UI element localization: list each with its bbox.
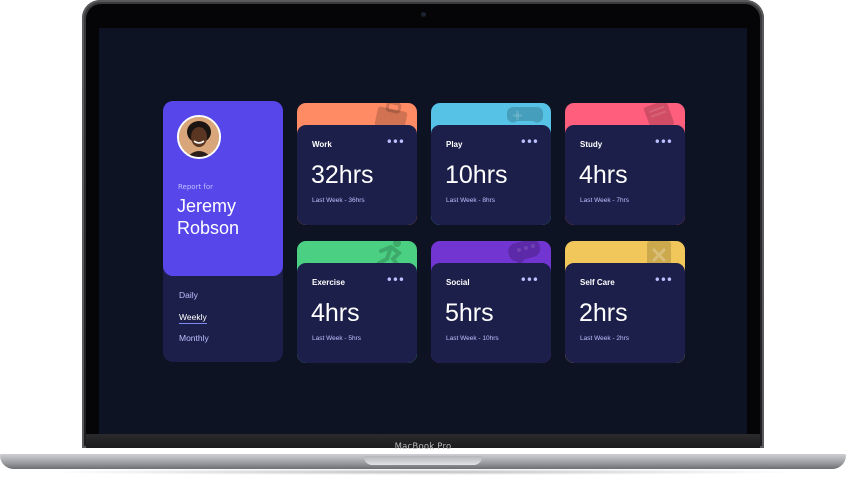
previous-hours: Last Week - 2hrs [580, 335, 630, 342]
card-title: Social [446, 278, 470, 287]
brand-label: MacBook Pro [394, 442, 452, 452]
card-title: Self Care [580, 278, 615, 287]
activity-card-work[interactable]: Work ••• 32hrs Last Week - 36hrs [297, 103, 417, 225]
card-body: Exercise ••• 4hrs Last Week - 5hrs [297, 263, 417, 363]
period-weekly[interactable]: Weekly [179, 311, 209, 334]
camera-icon [421, 12, 426, 17]
ellipsis-icon[interactable]: ••• [520, 273, 539, 287]
activity-card-self-care[interactable]: Self Care ••• 2hrs Last Week - 2hrs [565, 241, 685, 363]
current-hours: 4hrs [579, 161, 628, 189]
previous-hours: Last Week - 10hrs [446, 335, 499, 342]
previous-hours: Last Week - 36hrs [312, 197, 365, 204]
laptop-notch [364, 456, 482, 465]
report-for-label: Report for [178, 183, 214, 191]
ellipsis-icon[interactable]: ••• [386, 273, 405, 287]
current-hours: 10hrs [445, 161, 508, 189]
time-tracking-dashboard: Report for Jeremy Robson Daily Weekly Mo… [99, 28, 747, 434]
card-body: Social ••• 5hrs Last Week - 10hrs [431, 263, 551, 363]
previous-hours: Last Week - 8hrs [446, 197, 496, 204]
card-title: Work [312, 140, 332, 149]
avatar [177, 115, 221, 159]
current-hours: 4hrs [311, 299, 360, 327]
current-hours: 2hrs [579, 299, 628, 327]
period-label: Daily [179, 290, 198, 300]
period-label: Weekly [179, 311, 207, 324]
previous-hours: Last Week - 7hrs [580, 197, 630, 204]
ellipsis-icon[interactable]: ••• [654, 135, 673, 149]
activity-card-study[interactable]: Study ••• 4hrs Last Week - 7hrs [565, 103, 685, 225]
base-shadow [40, 469, 806, 475]
profile-card: Report for Jeremy Robson Daily Weekly Mo… [163, 101, 283, 362]
card-body: Study ••• 4hrs Last Week - 7hrs [565, 125, 685, 225]
current-hours: 32hrs [311, 161, 374, 189]
previous-hours: Last Week - 5hrs [312, 335, 362, 342]
card-title: Study [580, 140, 603, 149]
card-body: Work ••• 32hrs Last Week - 36hrs [297, 125, 417, 225]
period-selector: Daily Weekly Monthly [179, 290, 209, 355]
profile-header: Report for Jeremy Robson [163, 101, 283, 276]
ellipsis-icon[interactable]: ••• [386, 135, 405, 149]
period-monthly[interactable]: Monthly [179, 333, 209, 355]
card-body: Play ••• 10hrs Last Week - 8hrs [431, 125, 551, 225]
user-name: Jeremy Robson [177, 196, 240, 238]
activity-card-exercise[interactable]: Exercise ••• 4hrs Last Week - 5hrs [297, 241, 417, 363]
ellipsis-icon[interactable]: ••• [654, 273, 673, 287]
current-hours: 5hrs [445, 299, 494, 327]
avatar-image [179, 117, 219, 157]
ellipsis-icon[interactable]: ••• [520, 135, 539, 149]
activity-card-social[interactable]: Social ••• 5hrs Last Week - 10hrs [431, 241, 551, 363]
period-label: Monthly [179, 333, 209, 343]
period-daily[interactable]: Daily [179, 290, 209, 312]
card-title: Play [446, 140, 463, 149]
card-body: Self Care ••• 2hrs Last Week - 2hrs [565, 263, 685, 363]
laptop-mockup: Report for Jeremy Robson Daily Weekly Mo… [0, 0, 846, 480]
card-title: Exercise [312, 278, 345, 287]
activity-card-play[interactable]: Play ••• 10hrs Last Week - 8hrs [431, 103, 551, 225]
